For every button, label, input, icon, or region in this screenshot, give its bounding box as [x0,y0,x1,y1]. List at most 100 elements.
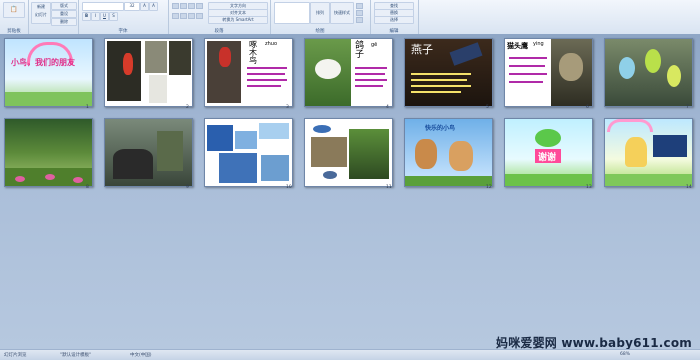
ribbon: 📋 剪贴板 新建 幻灯片 版式 重设 删除 32 A A B I U S 字体 … [0,0,700,35]
slide-4-title: 鸽子 [355,41,365,60]
dove-body [315,59,341,79]
slide-thumbnail-2[interactable] [104,38,193,107]
zoom-level[interactable]: 68% [620,352,630,357]
grass-graphic [605,174,692,186]
slide-thumbnail-6[interactable]: 猫头鹰 ying [504,38,593,107]
delete-button[interactable]: 删除 [51,18,77,26]
text-line [411,79,467,81]
person-photo [349,129,389,179]
slide-13-title: 谢谢 [538,153,557,163]
font-size-select[interactable]: 32 [124,2,140,11]
layout-button[interactable]: 版式 [51,2,77,10]
shape-fill-button[interactable] [356,3,363,9]
parakeet-green [645,49,661,73]
align-center-button[interactable] [180,13,187,19]
decrease-indent-button[interactable] [188,3,195,9]
slide-number-7: 7 [686,105,689,110]
shapes-gallery[interactable] [274,2,310,24]
slides-group: 新建 幻灯片 版式 重设 删除 [28,0,79,34]
slide-3-title: 啄木鸟 [249,40,257,65]
dove-photo [149,75,167,103]
rainbow-graphic [607,119,653,132]
text-line [355,79,387,81]
woodpecker-head [123,53,133,75]
slide-number-10: 10 [286,185,292,190]
text-line [509,57,547,59]
slide-thumbnail-4[interactable]: 鸽子 gē [304,38,393,107]
clipboard-group: 📋 剪贴板 [0,0,29,34]
slide-thumbnail-10[interactable] [204,118,293,187]
numbering-button[interactable] [180,3,187,9]
text-line [247,67,287,69]
paste-button[interactable]: 📋 [3,2,25,18]
new-slide-button[interactable]: 新建 幻灯片 [31,2,51,24]
underline-button[interactable]: U [100,12,109,21]
reset-button[interactable]: 重设 [51,10,77,18]
small-bird [323,171,337,179]
shape-effects-button[interactable] [356,17,363,23]
gull-photo [261,155,289,181]
slide-thumbnail-3[interactable]: 啄木鸟 zhuo [204,38,293,107]
slide-thumbnail-11[interactable] [304,118,393,187]
pigeon-photo [145,41,167,73]
text-line [355,67,387,69]
font-name-select[interactable] [82,2,124,11]
text-box-graphic [653,135,687,157]
slide-thumbnail-9[interactable] [104,118,193,187]
justify-button[interactable] [196,13,203,19]
slide-number-3: 3 [286,105,289,110]
slide-thumbnail-5[interactable]: 燕子 [404,38,493,107]
parakeet-blue [619,57,635,79]
increase-indent-button[interactable] [196,3,203,9]
text-line [509,73,547,75]
text-line [411,85,471,87]
seagull-photo [259,123,289,139]
smartart-button[interactable]: 转换为 SmartArt [208,16,268,24]
slide-thumbnail-13[interactable]: 谢谢 [504,118,593,187]
slide-thumbnail-12[interactable]: 快乐的小鸟 [404,118,493,187]
text-line [411,91,461,93]
owl-body [559,53,583,81]
align-left-button[interactable] [172,13,179,19]
slide-12-title: 快乐的小鸟 [425,125,456,132]
bold-button[interactable]: B [82,12,91,21]
slide-thumbnail-8[interactable] [4,118,93,187]
slide-3-pinyin: zhuo [265,41,278,47]
select-button[interactable]: 选择 [374,16,414,24]
slide-number-5: 5 [486,105,489,110]
bullets-button[interactable] [172,3,179,9]
arrange-button[interactable]: 排列 [310,2,330,24]
bird-icons [313,125,331,133]
slide-6-title: 猫头鹰 [507,42,528,50]
text-line [509,65,545,67]
text-line [247,85,281,87]
owl-photo [169,41,191,75]
house-graphic [625,137,647,167]
slide-thumbnail-1[interactable]: 小鸟，我们的朋友 [4,38,93,107]
slide-number-8: 8 [86,185,89,190]
shape-outline-button[interactable] [356,10,363,16]
grow-font-button[interactable]: A [140,2,149,11]
quick-styles-button[interactable]: 快速样式 [330,2,354,24]
view-mode-label: 幻灯片浏览 [4,353,27,358]
align-right-button[interactable] [188,13,195,19]
woodpecker-crest [219,47,231,67]
slide-thumbnail-7[interactable] [604,38,693,107]
language-label: 中文(中国) [130,353,152,358]
flower-graphic [15,176,25,182]
shrink-font-button[interactable]: A [149,2,158,11]
text-line [355,73,385,75]
cartoon-character [415,139,437,169]
flower-graphic [45,174,55,180]
strikethrough-button[interactable]: S [109,12,118,21]
slide-number-2: 2 [186,105,189,110]
slide-thumbnail-14[interactable] [604,118,693,187]
parakeet-yellow [667,65,681,87]
slide-1-title: 小鸟，我们的朋友 [11,58,75,67]
italic-button[interactable]: I [91,12,100,21]
slide-number-12: 12 [486,185,492,190]
grass-graphic [505,174,592,186]
slide-number-1: 1 [86,105,89,110]
slide-sorter-pane: 小鸟，我们的朋友 1 2 啄木鸟 zhuo 3 鸽子 gē 4 燕子 5 猫头鹰… [0,34,700,350]
people-photo [113,149,153,179]
